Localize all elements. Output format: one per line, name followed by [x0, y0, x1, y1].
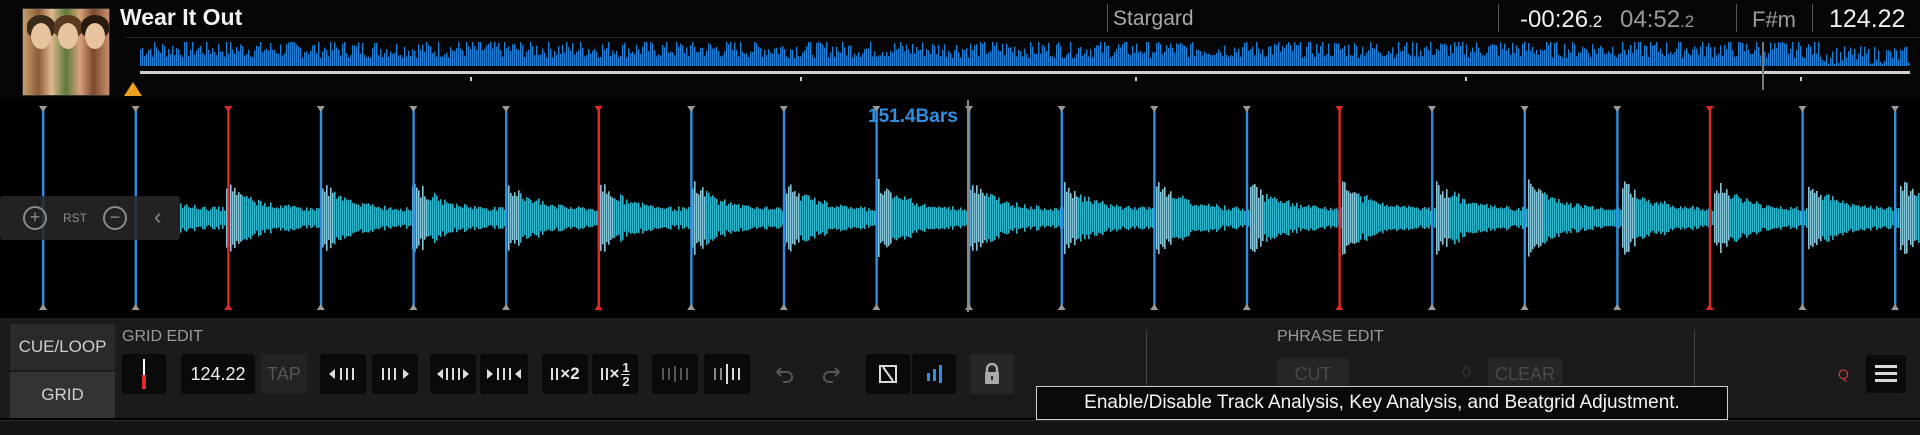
divider	[1107, 4, 1108, 32]
narrow-icon	[487, 368, 521, 380]
menu-icon[interactable]	[1866, 355, 1906, 393]
bpm-input[interactable]: 124.22	[181, 354, 255, 394]
swap-icon: ◊	[1462, 362, 1471, 382]
grid-adjust-disabled-button[interactable]	[652, 354, 698, 394]
downbeat-icon	[714, 364, 740, 384]
tab-grid[interactable]: GRID	[10, 372, 115, 418]
tab-cue-loop[interactable]: CUE/LOOP	[10, 324, 115, 370]
lock-icon[interactable]	[970, 354, 1014, 394]
grid-adjust-icon	[662, 366, 688, 382]
redo-icon[interactable]	[808, 354, 854, 394]
divider	[1812, 4, 1813, 32]
beatgrid-icon	[927, 365, 942, 383]
track-info-bar: Wear It Out Stargard -00:26.2 04:52.2 F#…	[0, 0, 1920, 100]
grid-edit-marker-button[interactable]	[122, 354, 166, 394]
overview-waveform[interactable]	[140, 42, 1910, 90]
analysis-icon	[879, 365, 897, 383]
time-remaining: -00:26.2	[1520, 6, 1603, 33]
grid-set-downbeat-button[interactable]	[704, 354, 750, 394]
grid-lines-icon	[551, 368, 559, 380]
zoom-reset-button[interactable]: RST	[63, 211, 87, 225]
shift-left-icon	[329, 368, 354, 380]
chevron-left-icon[interactable]: ‹	[154, 204, 161, 230]
undo-icon[interactable]	[762, 354, 808, 394]
track-key: F#m	[1752, 7, 1796, 32]
divider	[1736, 4, 1737, 32]
zoom-in-icon[interactable]: +	[23, 206, 47, 230]
track-artist: Stargard	[1113, 7, 1194, 30]
grid-marker-icon	[142, 359, 146, 389]
widen-icon	[437, 368, 469, 380]
main-waveform-area[interactable]	[0, 100, 1920, 318]
divider	[1498, 4, 1499, 32]
footer-bar	[0, 420, 1920, 435]
track-title: Wear It Out	[120, 4, 243, 30]
tooltip: Enable/Disable Track Analysis, Key Analy…	[1036, 386, 1728, 420]
phrase-edit-label: PHRASE EDIT	[1277, 328, 1384, 345]
bars-counter: 151.4Bars	[868, 106, 958, 127]
grid-widen-button[interactable]	[430, 354, 476, 394]
album-artwork	[22, 8, 110, 96]
main-waveform[interactable]	[0, 100, 1920, 318]
analysis-toggle-button[interactable]	[866, 354, 910, 394]
grid-narrow-button[interactable]	[480, 354, 528, 394]
grid-edit-label: GRID EDIT	[122, 328, 203, 345]
time-total: 04:52.2	[1620, 6, 1695, 33]
quantize-indicator[interactable]: Q	[1838, 366, 1849, 382]
shift-right-icon	[382, 368, 409, 380]
grid-shift-left-button[interactable]	[320, 354, 366, 394]
grid-double-button[interactable]: ×2	[542, 354, 588, 394]
grid-shift-right-button[interactable]	[372, 354, 418, 394]
tap-button[interactable]: TAP	[261, 354, 307, 394]
grid-half-button[interactable]: × 12	[592, 354, 638, 394]
playhead-marker[interactable]	[124, 82, 142, 96]
beatgrid-toggle-button[interactable]	[912, 354, 956, 394]
divider	[126, 37, 1920, 38]
track-bpm: 124.22	[1829, 5, 1906, 33]
grid-lines-icon	[600, 368, 608, 380]
zoom-out-icon[interactable]: −	[103, 206, 127, 230]
